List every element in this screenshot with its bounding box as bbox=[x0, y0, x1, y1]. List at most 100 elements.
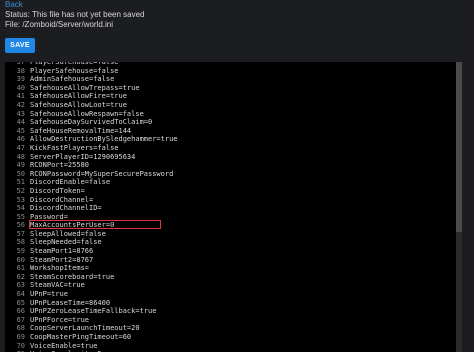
line-text[interactable]: RCONPort=25580 bbox=[30, 161, 89, 169]
code-line[interactable]: 42 SafehouseAllowLoot=true bbox=[5, 101, 455, 110]
code-line[interactable]: 38 PlayerSafehouse=false bbox=[5, 67, 455, 76]
code-line[interactable]: 54 DiscordChannelID= bbox=[5, 204, 455, 213]
code-editor[interactable]: 37 PlayerSafehouse=false 38 PlayerSafehouse… bbox=[5, 62, 462, 352]
line-number: 65 bbox=[16, 298, 25, 307]
line-text[interactable]: PlayerSafehouse=false bbox=[30, 62, 119, 66]
line-text[interactable]: CoopServerLaunchTimeout=20 bbox=[30, 324, 140, 332]
line-number: 51 bbox=[16, 178, 25, 187]
line-text[interactable]: UPnP=true bbox=[30, 290, 68, 298]
code-line[interactable]: 46 AllowDestructionBySledgehammer=true bbox=[5, 135, 455, 144]
code-line[interactable]: 52 DiscordToken= bbox=[5, 187, 455, 196]
line-text[interactable]: CoopMasterPingTimeout=60 bbox=[30, 333, 131, 341]
line-number: 40 bbox=[16, 83, 25, 92]
code-line[interactable]: 64 UPnP=true bbox=[5, 290, 455, 299]
line-text[interactable]: WorkshopItems= bbox=[30, 264, 89, 272]
line-text[interactable]: SleepAllowed=false bbox=[30, 230, 106, 238]
code-line[interactable]: 69 CoopMasterPingTimeout=60 bbox=[5, 333, 455, 342]
line-text[interactable]: SleepNeeded=false bbox=[30, 238, 102, 246]
code-line[interactable]: 53 DiscordChannel= bbox=[5, 196, 455, 205]
line-number: 52 bbox=[16, 186, 25, 195]
code-line[interactable]: 51 DiscordEnable=false bbox=[5, 178, 455, 187]
line-text[interactable]: DiscordChannelID= bbox=[30, 204, 102, 212]
code-line[interactable]: 45 SafeHouseRemovalTime=144 bbox=[5, 127, 455, 136]
code-line[interactable]: 57 SleepAllowed=false bbox=[5, 230, 455, 239]
code-line[interactable]: 47 KickFastPlayers=false bbox=[5, 144, 455, 153]
code-line[interactable]: 44 SafehouseDaySurvivedToClaim=0 bbox=[5, 118, 455, 127]
line-number: 49 bbox=[16, 161, 25, 170]
line-number: 46 bbox=[16, 135, 25, 144]
line-text[interactable]: SteamPort1=8766 bbox=[30, 247, 93, 255]
line-text[interactable]: SafehouseAllowLoot=true bbox=[30, 101, 127, 109]
line-number: 45 bbox=[16, 126, 25, 135]
line-text[interactable]: AdminSafehouse=false bbox=[30, 75, 114, 83]
line-text[interactable]: SafehouseAllowRespawn=false bbox=[30, 110, 144, 118]
line-text[interactable]: UPnPForce=true bbox=[30, 316, 89, 324]
code-line[interactable]: 62 SteamScoreboard=true bbox=[5, 273, 455, 282]
line-number: 59 bbox=[16, 247, 25, 256]
code-line[interactable]: 63 SteamVAC=true bbox=[5, 281, 455, 290]
line-number: 56 bbox=[16, 221, 25, 230]
line-number: 41 bbox=[16, 92, 25, 101]
code-line[interactable]: 68 CoopServerLaunchTimeout=20 bbox=[5, 324, 455, 333]
line-number: 44 bbox=[16, 118, 25, 127]
code-line[interactable]: 48 ServerPlayerID=1290695634 bbox=[5, 153, 455, 162]
line-number: 69 bbox=[16, 333, 25, 341]
code-line[interactable]: 40 SafehouseAllowTrepass=true bbox=[5, 84, 455, 93]
code-line[interactable]: 50 RCONPassword=MySuperSecurePassword bbox=[5, 170, 455, 179]
line-text[interactable]: SteamPort2=8767 bbox=[30, 256, 93, 264]
line-text[interactable]: SafehouseDaySurvivedToClaim=0 bbox=[30, 118, 152, 126]
code-line[interactable]: 65 UPnPLeaseTime=86400 bbox=[5, 299, 455, 308]
code-line[interactable]: 60 SteamPort2=8767 bbox=[5, 256, 455, 265]
line-number: 50 bbox=[16, 169, 25, 178]
file-path-text: File: /Zomboid/Server/world.ini bbox=[5, 20, 114, 29]
save-button[interactable]: SAVE bbox=[5, 38, 35, 53]
code-line[interactable]: 67 UPnPForce=true bbox=[5, 316, 455, 325]
line-text[interactable]: VoiceEnable=true bbox=[30, 342, 97, 350]
code-line[interactable]: 66 UPnPZeroLeaseTimeFallback=true bbox=[5, 307, 455, 316]
save-status-text: Status: This file has not yet been saved bbox=[5, 10, 145, 19]
line-text[interactable]: PlayerSafehouse=false bbox=[30, 67, 119, 75]
line-number: 66 bbox=[16, 307, 25, 316]
line-text[interactable]: RCONPassword=MySuperSecurePassword bbox=[30, 170, 173, 178]
line-text[interactable]: AllowDestructionBySledgehammer=true bbox=[30, 135, 178, 143]
line-text[interactable]: KickFastPlayers=false bbox=[30, 144, 119, 152]
scrollbar-track[interactable] bbox=[456, 62, 462, 352]
code-line[interactable]: 39 AdminSafehouse=false bbox=[5, 75, 455, 84]
line-text[interactable]: DiscordEnable=false bbox=[30, 178, 110, 186]
line-number: 55 bbox=[16, 212, 25, 221]
line-text[interactable]: MaxAccountsPerUser=0 bbox=[30, 221, 114, 229]
line-text[interactable]: UPnPLeaseTime=86400 bbox=[30, 299, 110, 307]
code-line[interactable]: 55 Password= bbox=[5, 213, 455, 222]
back-link[interactable]: Back bbox=[5, 0, 23, 10]
code-line[interactable]: 61 WorkshopItems= bbox=[5, 264, 455, 273]
line-text[interactable]: DiscordToken= bbox=[30, 187, 85, 195]
line-text[interactable]: SafehouseAllowTrepass=true bbox=[30, 84, 140, 92]
code-line[interactable]: 59 SteamPort1=8766 bbox=[5, 247, 455, 256]
line-number: 60 bbox=[16, 255, 25, 264]
code-line[interactable]: 41 SafehouseAllowFire=true bbox=[5, 92, 455, 101]
line-number: 54 bbox=[16, 204, 25, 213]
code-line[interactable]: 43 SafehouseAllowRespawn=false bbox=[5, 110, 455, 119]
line-number: 42 bbox=[16, 100, 25, 109]
line-number: 38 bbox=[16, 66, 25, 75]
line-text[interactable]: SteamVAC=true bbox=[30, 281, 85, 289]
line-text[interactable]: UPnPZeroLeaseTimeFallback=true bbox=[30, 307, 156, 315]
line-number: 62 bbox=[16, 272, 25, 281]
line-text[interactable]: ServerPlayerID=1290695634 bbox=[30, 153, 135, 161]
line-number: 58 bbox=[16, 238, 25, 247]
line-text[interactable]: SafehouseAllowFire=true bbox=[30, 92, 127, 100]
code-line[interactable]: 58 SleepNeeded=false bbox=[5, 238, 455, 247]
code-line[interactable]: 70 VoiceEnable=true bbox=[5, 342, 455, 351]
line-text[interactable]: Password= bbox=[30, 213, 68, 221]
line-number: 61 bbox=[16, 264, 25, 273]
line-number: 68 bbox=[16, 324, 25, 333]
line-number: 67 bbox=[16, 315, 25, 324]
code-lines[interactable]: 37 PlayerSafehouse=false 38 PlayerSafehouse… bbox=[5, 62, 455, 352]
line-text[interactable]: SafeHouseRemovalTime=144 bbox=[30, 127, 131, 135]
code-line[interactable]: 56 MaxAccountsPerUser=0 bbox=[5, 221, 455, 230]
line-text[interactable]: DiscordChannel= bbox=[30, 196, 93, 204]
line-number: 47 bbox=[16, 143, 25, 152]
line-text[interactable]: SteamScoreboard=true bbox=[30, 273, 114, 281]
scrollbar-thumb[interactable] bbox=[456, 62, 462, 232]
code-line[interactable]: 49 RCONPort=25580 bbox=[5, 161, 455, 170]
